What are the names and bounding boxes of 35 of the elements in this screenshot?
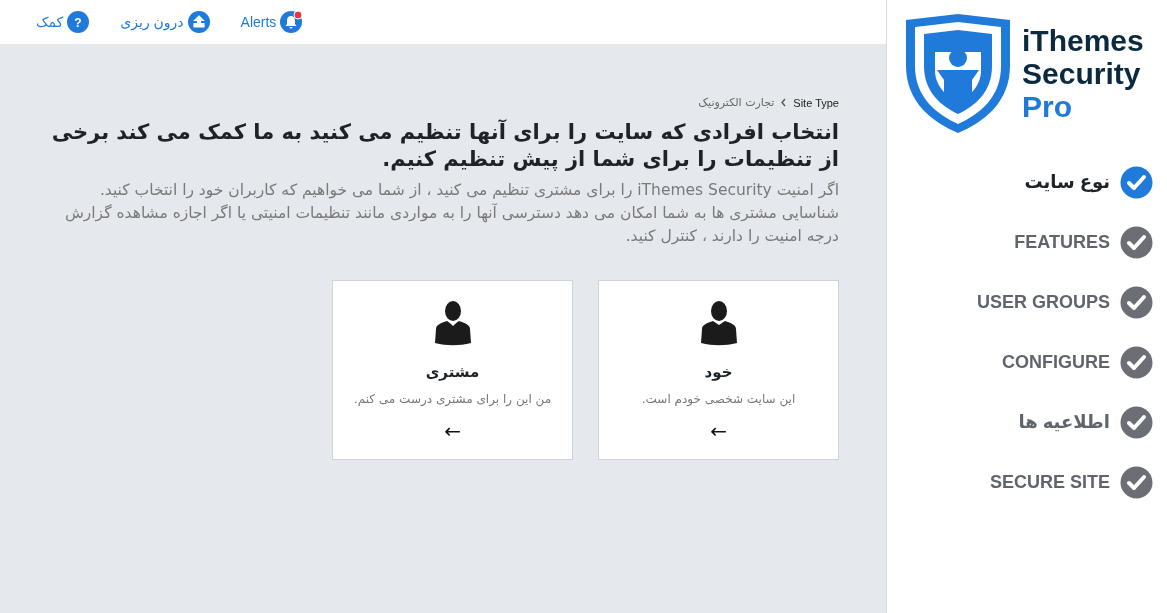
card-description: این سایت شخصی خودم است. [641, 391, 796, 409]
breadcrumb-item: تجارت الکترونیک [698, 96, 775, 109]
upload-icon [186, 10, 211, 34]
arrow-icon: ← [710, 419, 727, 443]
toolbar-link[interactable]: درون ریزی [120, 10, 211, 34]
arrow-icon: ← [444, 419, 461, 443]
wizard-step[interactable]: نوع سایت [976, 164, 1153, 200]
wizard-step[interactable]: CONFIGURE [976, 344, 1153, 380]
person-icon [698, 301, 739, 347]
wizard-step[interactable]: SECURE SITE [976, 464, 1153, 500]
help-icon: ? [66, 10, 91, 34]
checkmark-icon [1120, 405, 1153, 439]
chevron-icon [780, 98, 788, 107]
page-heading: انتخاب افرادی که سایت را برای آنها تنظیم می کنید به ما کمک می کند برخی از تنظیمات را برای شما از پیش تنظیم کنیم. [50, 119, 839, 173]
checkmark-icon [1120, 285, 1153, 319]
description-text: اگر امنیت iThemes Security را برای مشتری تنظیم می کنید ، از شما می خواهیم که کاربران خود را انتخاب کنید. شناسایی مشتری ها به شما امکان می دهد دسترسی آنها را به مواردی مانند تنظیمات امنیتی یا اگر اجازه مشاهده گزارش درجه امنیت را دارند ، کنترل کنید. [63, 180, 839, 247]
card-title: خود [704, 363, 733, 381]
toolbar-link[interactable]: کمک ? [36, 10, 91, 34]
checkmark-icon [1120, 225, 1153, 259]
card-title: مشتری [425, 363, 480, 381]
breadcrumb-item[interactable]: Site Type [793, 96, 839, 109]
person-icon [432, 301, 473, 347]
logo-text: iThemes [1022, 24, 1144, 57]
logo-text: Pro [1022, 90, 1073, 123]
option-card[interactable]: مشتری من این را برای مشتری درست می کنم. ← [332, 280, 573, 460]
toolbar-link[interactable]: Alerts [240, 10, 304, 34]
checkmark-icon [1120, 165, 1153, 199]
wizard-step[interactable]: FEATURES [976, 224, 1153, 260]
wizard-step[interactable]: اطلاعیه ها [976, 404, 1153, 440]
logo-text: Security [1022, 57, 1142, 90]
option-card[interactable]: خود این سایت شخصی خودم است. ← [598, 280, 839, 460]
wizard-step[interactable]: USER GROUPS [976, 284, 1153, 320]
checkmark-icon [1120, 345, 1153, 379]
checkmark-icon [1120, 465, 1153, 499]
card-description: من این را برای مشتری درست می کنم. [353, 391, 552, 409]
